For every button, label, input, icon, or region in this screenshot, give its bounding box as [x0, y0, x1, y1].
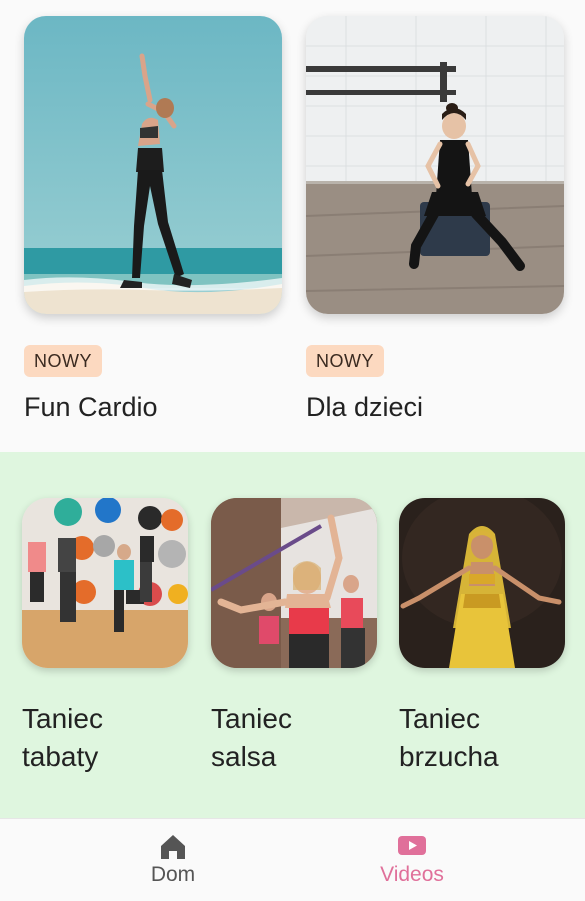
taniec-brzucha-thumbnail[interactable] [399, 498, 565, 668]
title-line: brzucha [399, 741, 499, 772]
bottom-navigation: Dom Videos [0, 818, 585, 901]
video-title-taniec-salsa[interactable]: Taniec salsa [211, 700, 391, 776]
belly-dancer-image [399, 498, 565, 668]
title-line: Taniec [399, 703, 480, 734]
video-card-fun-cardio[interactable] [24, 16, 282, 314]
title-line: salsa [211, 741, 277, 772]
fun-cardio-thumbnail[interactable] [24, 16, 282, 314]
child-dancer-image [306, 16, 564, 314]
salsa-class-image [211, 498, 377, 668]
video-title-taniec-tabaty[interactable]: Taniec tabaty [22, 700, 202, 776]
video-title-dla-dzieci[interactable]: Dla dzieci [306, 392, 423, 423]
title-line: tabaty [22, 741, 99, 772]
home-icon [159, 833, 187, 866]
nav-item-videos[interactable]: Videos [266, 819, 558, 901]
featured-section: NOWY Fun Cardio NOWY Dla dzieci [0, 0, 585, 452]
title-line: Taniec [22, 703, 103, 734]
video-card-dla-dzieci[interactable] [306, 16, 564, 314]
video-title-fun-cardio[interactable]: Fun Cardio [24, 392, 158, 423]
video-play-icon [397, 833, 427, 862]
video-card-taniec-salsa[interactable] [211, 498, 377, 668]
new-badge: NOWY [24, 345, 102, 377]
title-line: Taniec [211, 703, 292, 734]
taniec-salsa-thumbnail[interactable] [211, 498, 377, 668]
taniec-tabaty-thumbnail[interactable] [22, 498, 188, 668]
nav-label-videos: Videos [380, 863, 444, 886]
beach-dancer-image [24, 16, 282, 314]
video-title-taniec-brzucha[interactable]: Taniec brzucha [399, 700, 579, 776]
categories-section: Taniec tabaty Taniec salsa Taniec brzuch… [0, 452, 585, 818]
new-badge: NOWY [306, 345, 384, 377]
fitness-class-image [22, 498, 188, 668]
dla-dzieci-thumbnail[interactable] [306, 16, 564, 314]
video-card-taniec-brzucha[interactable] [399, 498, 565, 668]
video-card-taniec-tabaty[interactable] [22, 498, 188, 668]
